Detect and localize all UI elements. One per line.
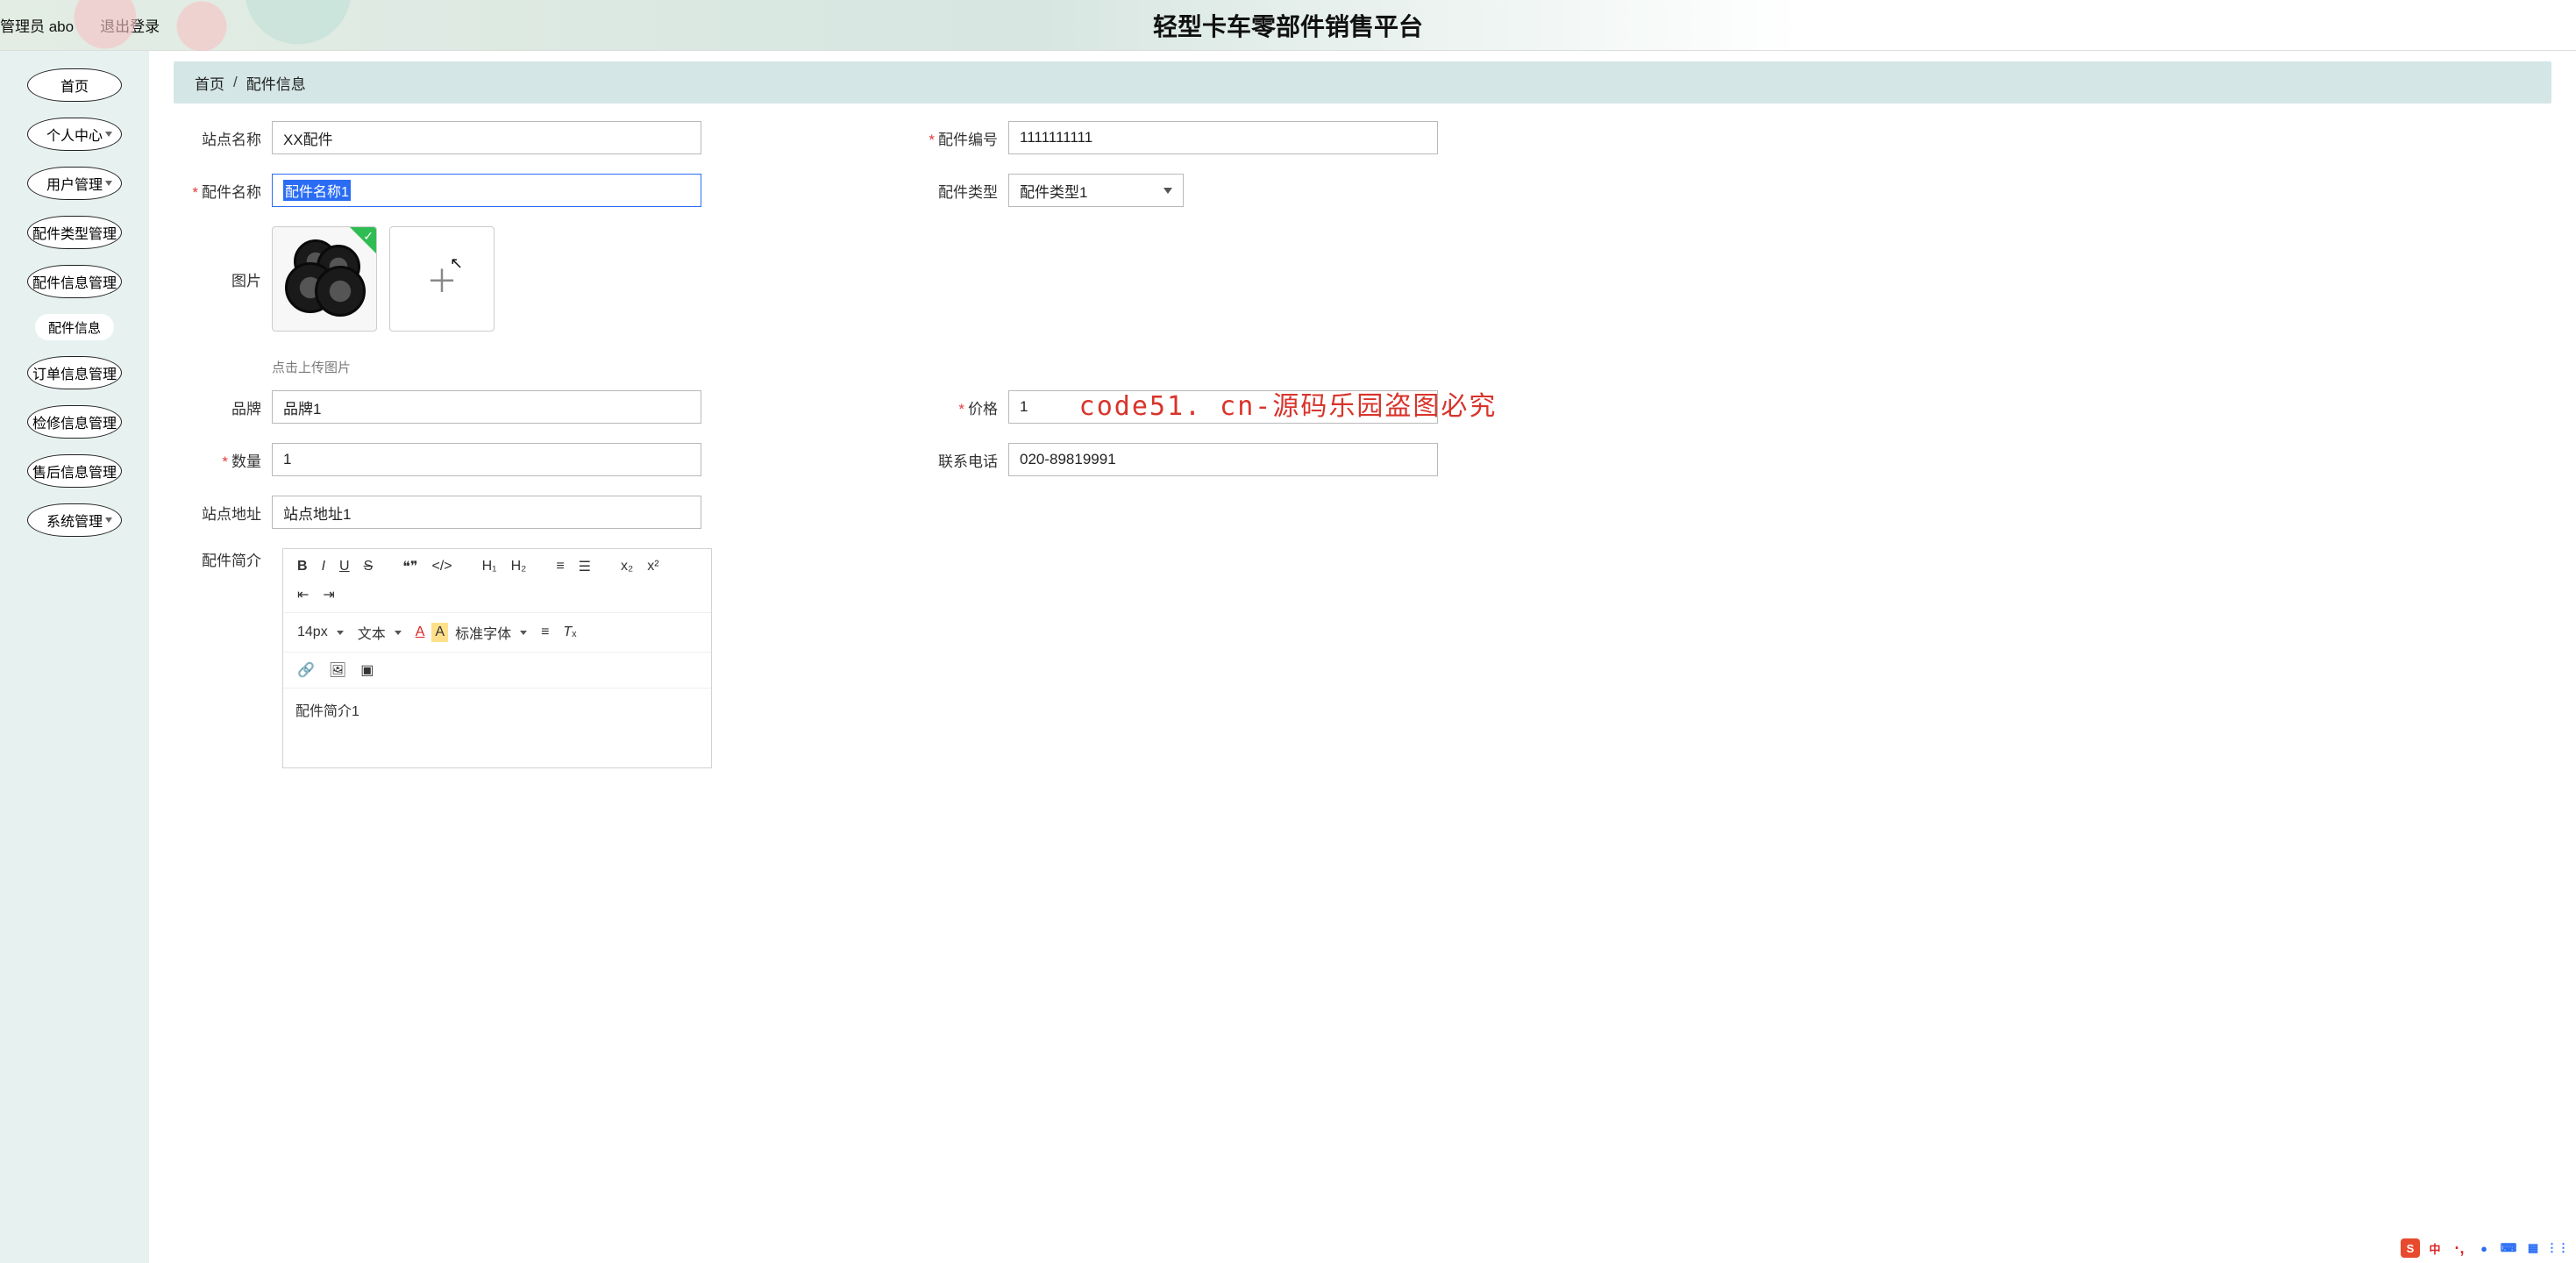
editor-h2-button[interactable]: H₂ bbox=[504, 553, 534, 580]
rich-text-editor: B I U S ❝❞ </> H₁ H₂ ≡ ☰ x₂ bbox=[282, 548, 712, 768]
sidebar: 首页 个人中心 用户管理 配件类型管理 配件信息管理 配件信息 订单信息管理 检… bbox=[0, 51, 149, 1263]
main-panel: 首页 / 配件信息 code51. cn-源码乐园盗图必究 ↖ 站点名称 *配件… bbox=[149, 51, 2576, 1263]
input-site-addr[interactable] bbox=[272, 496, 701, 529]
label-intro: 配件简介 bbox=[174, 548, 261, 570]
app-header: 轻型卡车零部件销售平台 管理员 abo 退出登录 bbox=[0, 0, 2576, 51]
nav-aftersale[interactable]: 售后信息管理 bbox=[27, 454, 122, 488]
tray-mic-icon[interactable]: ● bbox=[2474, 1238, 2494, 1258]
editor-indent-right-button[interactable]: ⇥ bbox=[316, 581, 341, 609]
caret-icon bbox=[395, 631, 402, 635]
nav-personal[interactable]: 个人中心 bbox=[27, 118, 122, 151]
editor-video-button[interactable]: ▣ bbox=[353, 656, 381, 684]
editor-h1-button[interactable]: H₁ bbox=[475, 553, 504, 580]
label-image: 图片 bbox=[174, 268, 261, 290]
tray-punct-icon[interactable]: ·, bbox=[2450, 1238, 2469, 1258]
editor-italic-button[interactable]: I bbox=[315, 553, 332, 580]
tray-menu-icon[interactable]: ⋮⋮ bbox=[2548, 1238, 2567, 1258]
system-tray: S 中 ·, ● ⌨ ▦ ⋮⋮ bbox=[2401, 1238, 2567, 1258]
nav-part-info[interactable]: 配件信息管理 bbox=[27, 265, 122, 298]
editor-clear-format-button[interactable]: Tₓ bbox=[556, 619, 583, 646]
editor-indent-left-button[interactable]: ⇤ bbox=[290, 581, 316, 609]
nav-system[interactable]: 系统管理 bbox=[27, 503, 122, 537]
chevron-down-icon bbox=[1163, 188, 1172, 194]
breadcrumb-current: 配件信息 bbox=[246, 72, 306, 94]
input-site-name[interactable] bbox=[272, 121, 701, 154]
header-decoration bbox=[0, 0, 456, 51]
editor-ul-button[interactable]: ☰ bbox=[572, 553, 598, 581]
editor-ol-button[interactable]: ≡ bbox=[549, 553, 571, 580]
label-part-type: 配件类型 bbox=[910, 180, 998, 202]
editor-bg-color-button[interactable]: A bbox=[431, 623, 448, 642]
label-site-addr: 站点地址 bbox=[174, 502, 261, 524]
editor-subscript-button[interactable]: x₂ bbox=[614, 553, 640, 580]
tray-keyboard-icon[interactable]: ⌨ bbox=[2499, 1238, 2518, 1258]
uploaded-image-thumb[interactable]: ✓ bbox=[272, 226, 377, 332]
nav-order[interactable]: 订单信息管理 bbox=[27, 356, 122, 389]
label-part-name: *配件名称 bbox=[174, 180, 261, 202]
label-site-name: 站点名称 bbox=[174, 127, 261, 149]
breadcrumb-sep: / bbox=[233, 74, 238, 91]
editor-align-button[interactable]: ≡ bbox=[534, 619, 556, 646]
label-qty: *数量 bbox=[174, 449, 261, 471]
breadcrumb: 首页 / 配件信息 bbox=[174, 61, 2551, 103]
editor-link-button[interactable]: 🔗 bbox=[290, 656, 322, 684]
upload-hint: 点击上传图片 bbox=[272, 358, 2551, 376]
input-price[interactable] bbox=[1008, 390, 1438, 424]
nav-repair[interactable]: 检修信息管理 bbox=[27, 405, 122, 439]
tray-cn-icon[interactable]: 中 bbox=[2425, 1238, 2444, 1258]
editor-text-color-button[interactable]: A bbox=[409, 619, 432, 646]
nav-home[interactable]: 首页 bbox=[27, 68, 122, 102]
plus-icon: ＋ bbox=[426, 256, 458, 302]
select-part-type[interactable]: 配件类型1 bbox=[1008, 174, 1184, 207]
nav-part-type[interactable]: 配件类型管理 bbox=[27, 216, 122, 249]
nav-user-mgmt[interactable]: 用户管理 bbox=[27, 167, 122, 200]
app-title: 轻型卡车零部件销售平台 bbox=[1153, 8, 1423, 43]
input-part-name[interactable]: 配件名称1 bbox=[272, 174, 701, 207]
editor-quote-button[interactable]: ❝❞ bbox=[395, 553, 424, 581]
label-brand: 品牌 bbox=[174, 396, 261, 418]
input-brand[interactable] bbox=[272, 390, 701, 424]
input-qty[interactable] bbox=[272, 443, 701, 476]
label-price: *价格 bbox=[910, 396, 998, 418]
label-phone: 联系电话 bbox=[910, 449, 998, 471]
breadcrumb-home[interactable]: 首页 bbox=[195, 72, 224, 94]
editor-underline-button[interactable]: U bbox=[332, 553, 357, 580]
editor-font-size-select[interactable]: 14px bbox=[290, 619, 351, 646]
label-part-no: *配件编号 bbox=[910, 127, 998, 149]
input-part-no[interactable] bbox=[1008, 121, 1438, 154]
editor-code-button[interactable]: </> bbox=[424, 553, 459, 580]
editor-strike-button[interactable]: S bbox=[357, 553, 381, 580]
check-icon: ✓ bbox=[363, 229, 374, 244]
editor-image-button[interactable]: 🖼 bbox=[322, 656, 353, 684]
nav-sub-part-info[interactable]: 配件信息 bbox=[35, 314, 114, 340]
editor-content[interactable]: 配件简介1 bbox=[283, 689, 711, 767]
editor-superscript-button[interactable]: x² bbox=[640, 553, 665, 580]
tray-ime-icon[interactable]: S bbox=[2401, 1238, 2420, 1258]
editor-font-family-select[interactable]: 标准字体 bbox=[448, 617, 534, 648]
editor-bold-button[interactable]: B bbox=[290, 553, 315, 580]
editor-block-select[interactable]: 文本 bbox=[351, 617, 409, 648]
input-phone[interactable] bbox=[1008, 443, 1438, 476]
tray-settings-icon[interactable]: ▦ bbox=[2523, 1238, 2543, 1258]
caret-icon bbox=[337, 631, 344, 635]
upload-add-button[interactable]: ＋ bbox=[389, 226, 495, 332]
caret-icon bbox=[520, 631, 527, 635]
